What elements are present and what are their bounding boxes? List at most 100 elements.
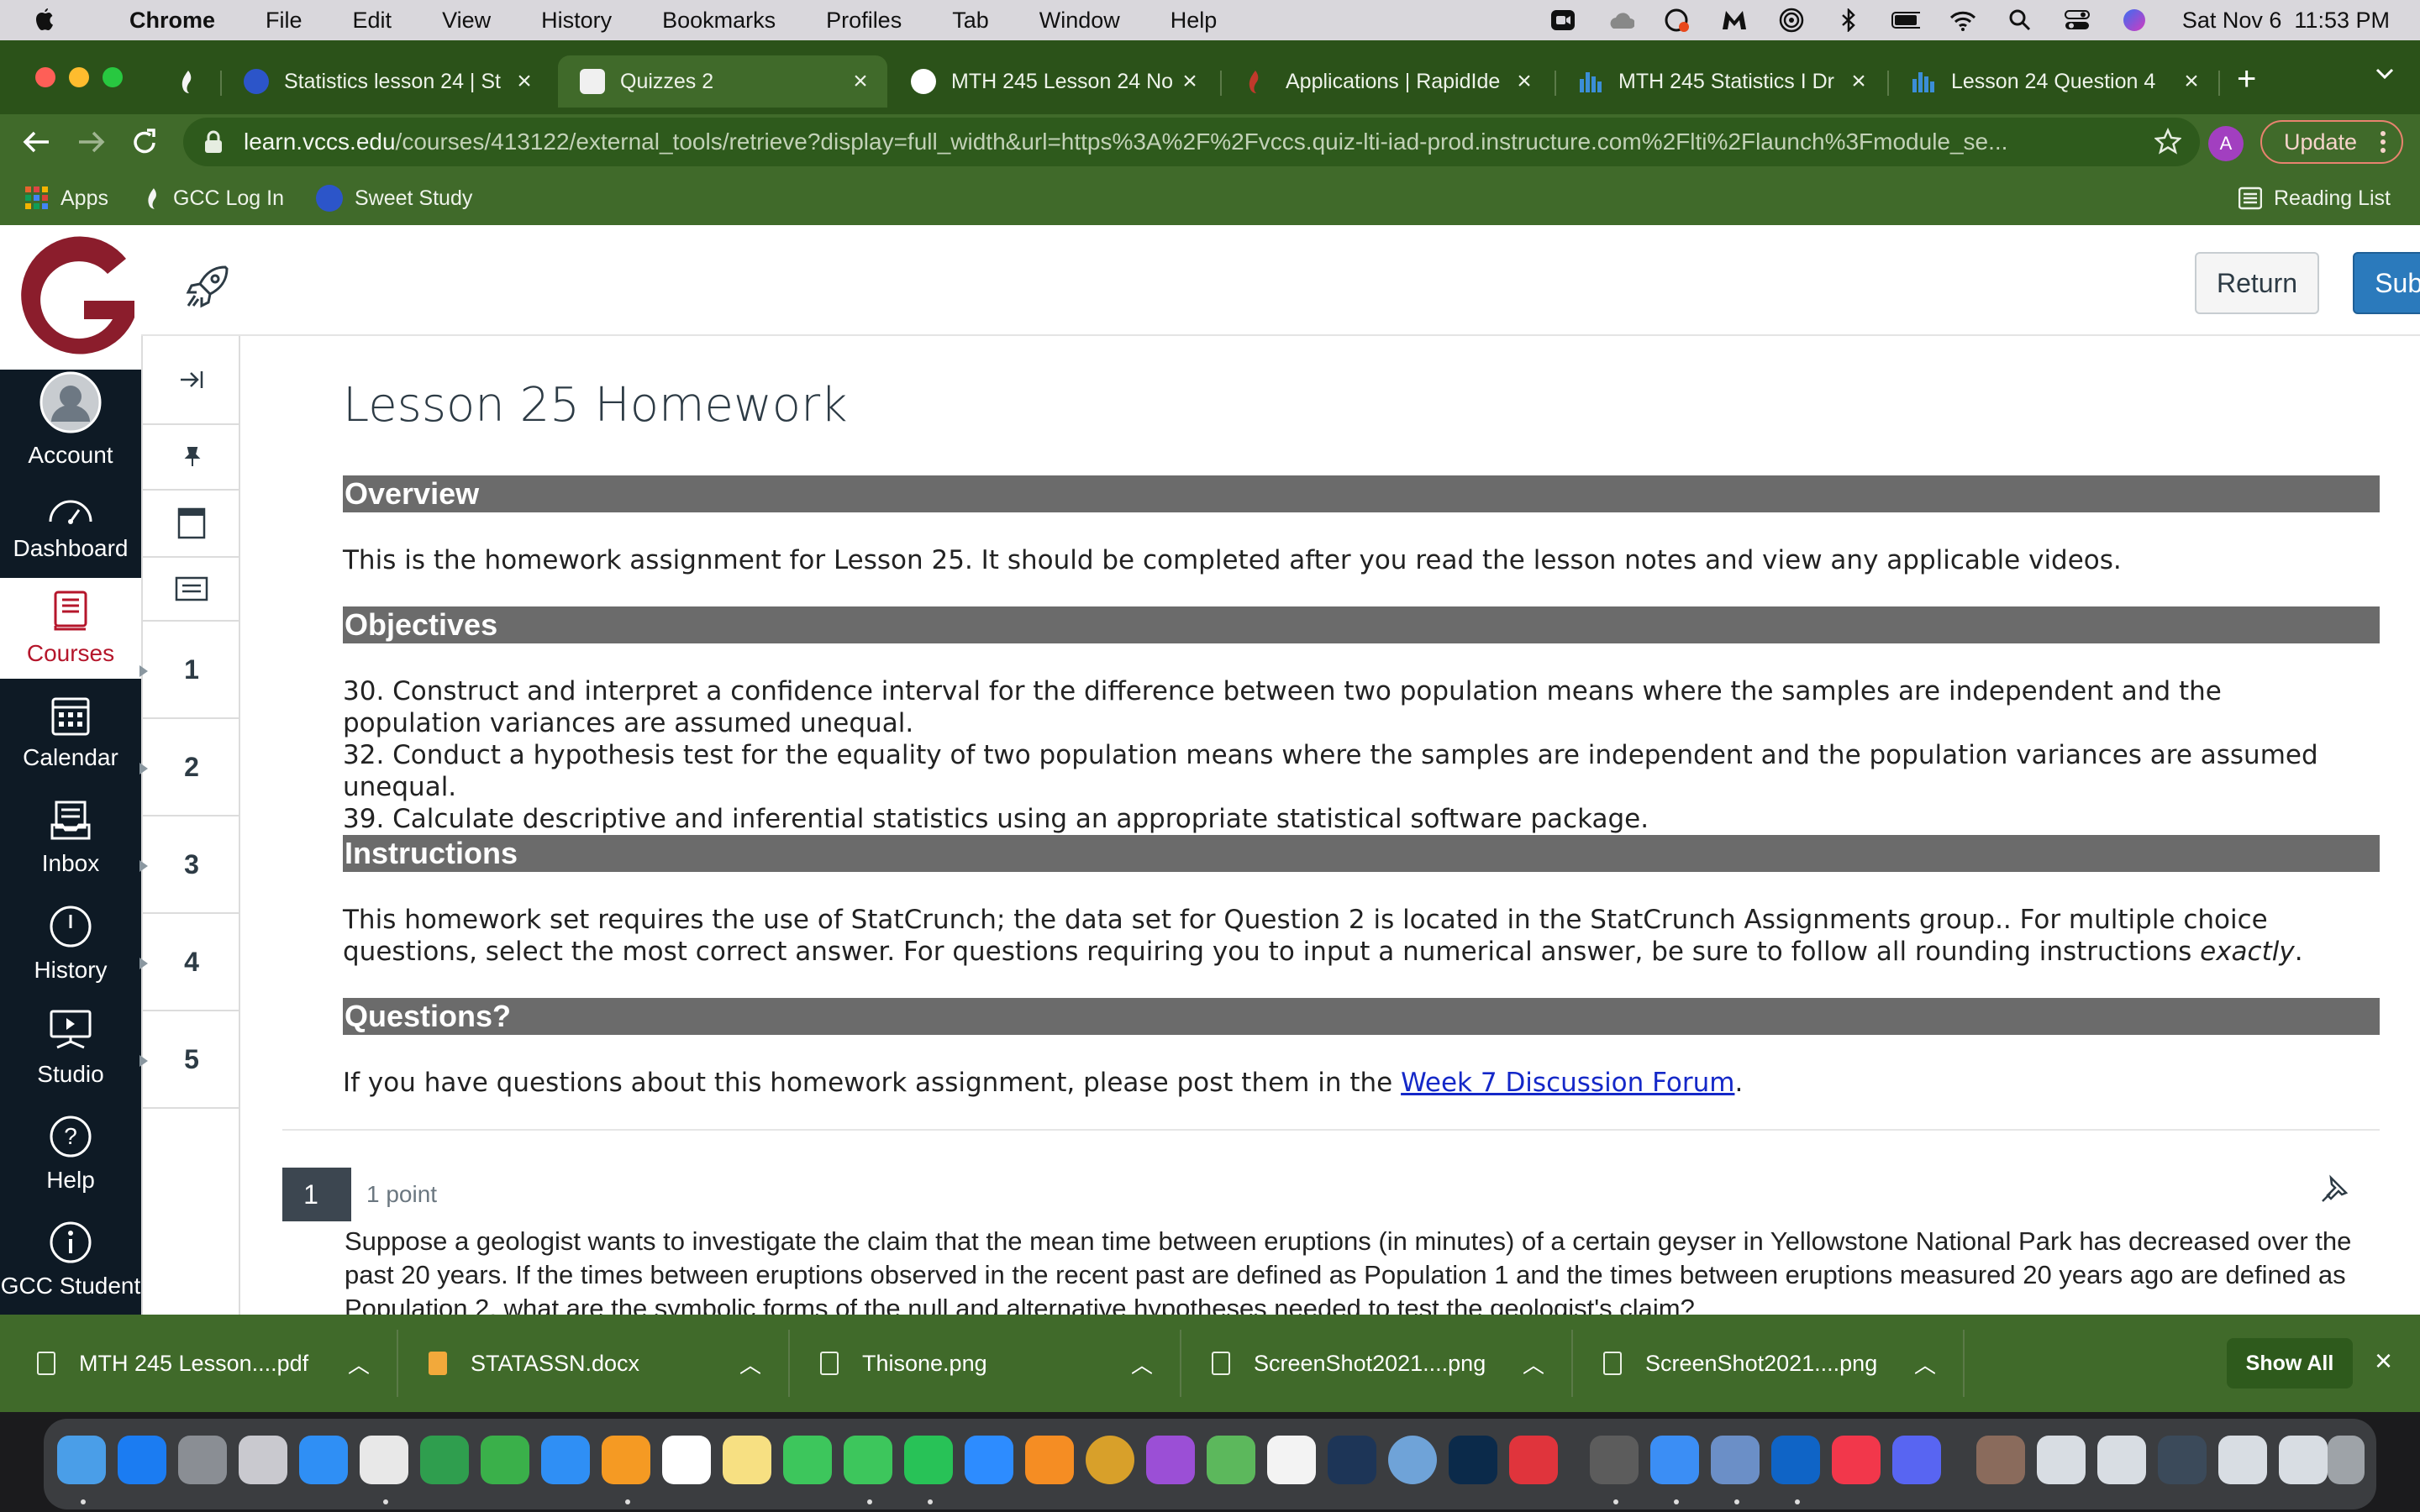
pin-question-icon[interactable] <box>2319 1174 2349 1209</box>
nav-account[interactable]: Account <box>0 370 141 470</box>
photos-flower-icon[interactable] <box>1025 1436 1074 1484</box>
screen-record-icon[interactable] <box>1663 8 1691 32</box>
download-item[interactable]: Thisone.png ︿ <box>820 1315 1156 1412</box>
address-bar[interactable]: learn.vccs.edu/courses/413122/external_t… <box>183 118 2200 166</box>
menu-file[interactable]: File <box>266 8 302 34</box>
finder-icon[interactable] <box>57 1436 106 1484</box>
trash-icon[interactable] <box>2328 1436 2365 1484</box>
nav-gcc-student[interactable]: GCC Student <box>0 1210 141 1310</box>
tab-pinned-gcc[interactable] <box>165 55 207 108</box>
cloud-icon[interactable] <box>1606 8 1634 32</box>
chrome-icon[interactable] <box>360 1436 408 1484</box>
pages-icon[interactable] <box>602 1436 650 1484</box>
menu-history[interactable]: History <box>541 8 612 34</box>
pin-button[interactable] <box>143 425 240 491</box>
question-nav-4[interactable]: 4 <box>139 914 240 1011</box>
app-store-icon[interactable] <box>118 1436 166 1484</box>
numbers-icon[interactable] <box>481 1436 529 1484</box>
window-close-button[interactable] <box>35 67 55 87</box>
photos-icon[interactable] <box>1267 1436 1316 1484</box>
download-item[interactable]: ScreenShot2021....png ︿ <box>1603 1315 1939 1412</box>
profile-avatar[interactable]: A <box>2208 126 2244 161</box>
back-arrow-icon[interactable] <box>22 129 50 159</box>
question-nav-2[interactable]: 2 <box>139 719 240 816</box>
download-item[interactable]: ScreenShot2021....png ︿ <box>1212 1315 1548 1412</box>
new-tab-plus-icon[interactable]: + <box>2237 60 2256 98</box>
reload-icon[interactable] <box>131 128 158 160</box>
dock-folder-thumbnail[interactable] <box>1976 1436 2025 1484</box>
control-center-icon[interactable] <box>2063 8 2091 32</box>
calendar-app-icon[interactable] <box>662 1436 711 1484</box>
close-shelf-icon[interactable]: × <box>2375 1343 2392 1378</box>
system-preferences-icon[interactable] <box>178 1436 227 1484</box>
tab-search-chevron-down-icon[interactable] <box>2375 67 2395 85</box>
siri-icon[interactable] <box>2120 8 2149 32</box>
screenshot-app-icon[interactable] <box>1711 1436 1760 1484</box>
wifi-icon[interactable] <box>1949 8 1977 32</box>
tab-lesson24-question4[interactable]: Lesson 24 Question 4 × <box>1889 55 2218 108</box>
lock-icon[interactable] <box>203 129 224 155</box>
chevron-up-icon[interactable]: ︿ <box>1523 1348 1544 1379</box>
maps-icon[interactable] <box>1207 1436 1255 1484</box>
question-nav-5[interactable]: 5 <box>139 1011 240 1109</box>
nav-calendar[interactable]: Calendar <box>0 682 141 783</box>
nav-studio[interactable]: Studio <box>0 998 141 1099</box>
menu-profiles[interactable]: Profiles <box>826 8 902 34</box>
nav-inbox[interactable]: Inbox <box>0 788 141 889</box>
podcasts-icon[interactable] <box>1146 1436 1195 1484</box>
nav-help[interactable]: ? Help <box>0 1104 141 1205</box>
collapse-nav-button[interactable] <box>143 336 240 425</box>
menu-view[interactable]: View <box>442 8 491 34</box>
menu-tab[interactable]: Tab <box>952 8 989 34</box>
malwarebytes-icon[interactable] <box>1720 8 1749 32</box>
menu-edit[interactable]: Edit <box>353 8 392 34</box>
outlook-icon[interactable] <box>1771 1436 1820 1484</box>
tab-close-icon[interactable]: × <box>1175 67 1205 96</box>
facetime-icon[interactable] <box>783 1436 832 1484</box>
dock-document-thumbnail[interactable] <box>2279 1436 2328 1484</box>
return-button[interactable]: Return <box>2195 252 2319 314</box>
notes-icon[interactable] <box>723 1436 771 1484</box>
window-minimize-button[interactable] <box>69 67 89 87</box>
download-item[interactable]: MTH 245 Lesson....pdf ︿ <box>37 1315 373 1412</box>
spotlight-search-icon[interactable] <box>2006 8 2034 32</box>
chevron-up-icon[interactable]: ︿ <box>348 1348 370 1379</box>
show-all-downloads-button[interactable]: Show All <box>2227 1338 2353 1389</box>
preview-icon[interactable] <box>1590 1436 1639 1484</box>
bookmark-sweet-study[interactable]: Sweet Study <box>316 183 472 213</box>
chevron-up-icon[interactable]: ︿ <box>739 1348 761 1379</box>
nav-dashboard[interactable]: Dashboard <box>0 477 141 578</box>
tab-close-icon[interactable]: × <box>509 67 539 96</box>
bookmark-apps[interactable]: Apps <box>25 183 108 213</box>
update-button[interactable]: Update <box>2260 120 2403 164</box>
airdrop-icon[interactable] <box>1777 8 1806 33</box>
menubar-clock[interactable]: Sat Nov 6 11:53 PM <box>2182 8 2390 34</box>
discord-icon[interactable] <box>1892 1436 1941 1484</box>
battery-icon[interactable] <box>1891 8 1920 32</box>
instructions-button[interactable] <box>143 558 240 622</box>
dock-document-thumbnail[interactable] <box>2037 1436 2086 1484</box>
dock-document-thumbnail[interactable] <box>2218 1436 2267 1484</box>
zoom-app-icon[interactable] <box>965 1436 1013 1484</box>
tab-close-icon[interactable]: × <box>1844 67 1874 96</box>
tab-close-icon[interactable]: × <box>1509 67 1539 96</box>
tab-quizzes-2[interactable]: Quizzes 2 × <box>558 55 887 108</box>
submit-button[interactable]: Submit <box>2353 252 2420 314</box>
zoom-status-icon[interactable] <box>1549 8 1577 32</box>
swirl-app-icon[interactable] <box>1086 1436 1134 1484</box>
chevron-up-icon[interactable]: ︿ <box>1131 1348 1153 1379</box>
apple-menu-icon[interactable] <box>34 0 67 40</box>
tab-statistics-lesson-24[interactable]: Statistics lesson 24 | St × <box>222 55 551 108</box>
whatsapp-icon[interactable] <box>904 1436 953 1484</box>
tab-close-icon[interactable]: × <box>845 67 876 96</box>
bookmark-gcc-log-in[interactable]: GCC Log In <box>145 183 284 213</box>
bluetooth-icon[interactable] <box>1834 8 1863 32</box>
tab-mth245-lesson24-notes[interactable]: MTH 245 Lesson 24 No × <box>889 55 1217 108</box>
google-drive-icon[interactable] <box>420 1436 469 1484</box>
tab-close-icon[interactable]: × <box>2176 67 2207 96</box>
bookmark-button[interactable] <box>143 491 240 558</box>
download-item[interactable]: STATASSN.docx ︿ <box>429 1315 765 1412</box>
window-zoom-button[interactable] <box>103 67 123 87</box>
messages-icon[interactable] <box>844 1436 892 1484</box>
question-nav-1[interactable]: 1 <box>139 622 240 719</box>
